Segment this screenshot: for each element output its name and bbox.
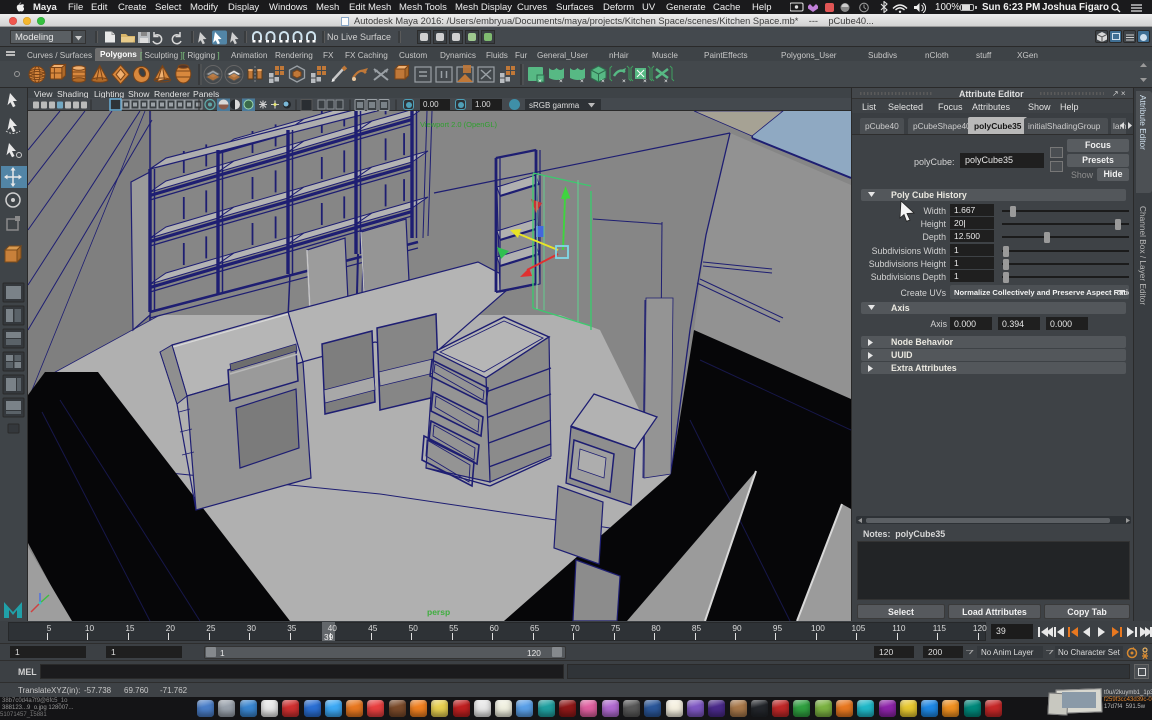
- svg-text:×: ×: [559, 78, 563, 85]
- svg-text:×: ×: [664, 78, 668, 85]
- svg-text:Viewport 2.0 (OpenGL): Viewport 2.0 (OpenGL): [420, 120, 497, 129]
- svg-text:×: ×: [538, 78, 542, 85]
- svg-text:×: ×: [643, 78, 647, 85]
- svg-text:persp: persp: [427, 607, 450, 617]
- svg-text:×: ×: [601, 78, 605, 85]
- svg-text:×: ×: [622, 78, 626, 85]
- svg-text:×: ×: [580, 78, 584, 85]
